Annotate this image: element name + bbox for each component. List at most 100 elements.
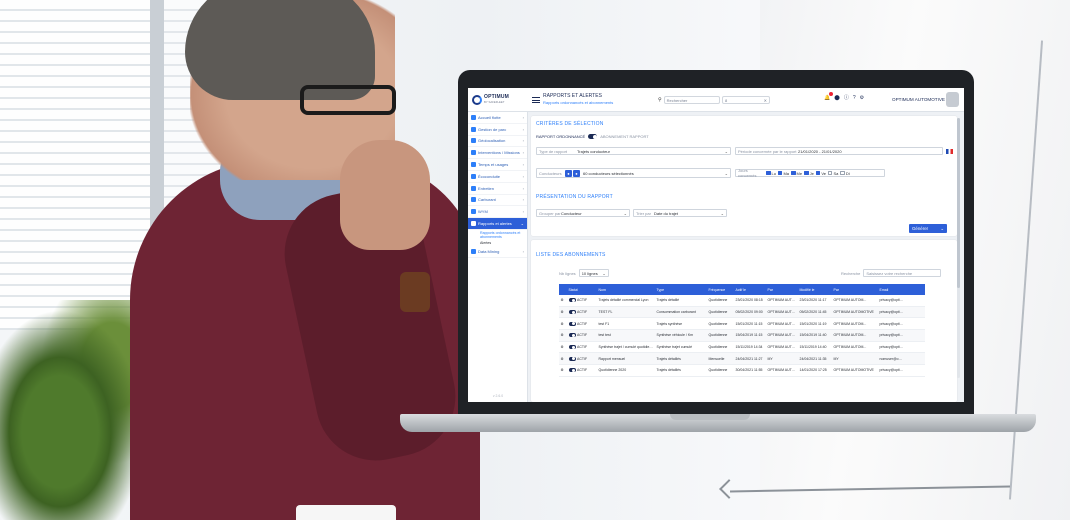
global-search: ⚲ Rechercher 8 ✕ <box>658 95 770 105</box>
period-field[interactable]: Période concernée par le rapport 21/01/2… <box>735 147 943 155</box>
table-row[interactable]: ⚙ ACTIF TEST FL Consommation carburant Quoti… <box>559 306 925 319</box>
sidebar-item[interactable]: Géolocalisation › <box>468 136 527 148</box>
day-checkbox[interactable] <box>815 170 821 176</box>
sidebar-item[interactable]: WYM › <box>468 206 527 219</box>
search-vehicle-input[interactable]: 8 ✕ <box>722 96 770 104</box>
gear-icon[interactable]: ⚙ <box>561 345 564 349</box>
status-toggle[interactable] <box>568 345 576 350</box>
table-cell-modified: 15/11/2019 14:40 <box>799 345 827 350</box>
column-header[interactable]: Statut <box>567 288 597 292</box>
table-row[interactable]: ⚙ ACTIF Trajets détaillé commercial Lyon Tr… <box>559 295 925 307</box>
table-cell-by: OPTIMUM AUTOM... <box>767 321 799 326</box>
status-toggle[interactable] <box>568 298 576 303</box>
sidebar-item[interactable]: Rapports et alertes ⌄ <box>468 218 527 230</box>
user-avatar[interactable] <box>946 92 959 107</box>
generate-label: Générer <box>912 226 929 231</box>
sidebar-item[interactable]: Entretien › <box>468 183 527 195</box>
sidebar-item[interactable]: Interventions / Missions › <box>468 147 527 160</box>
group-icon[interactable]: ● <box>573 169 580 177</box>
conductors-select[interactable]: Conducteurs ● ● 60 conducteurs sélection… <box>536 168 731 178</box>
generate-button[interactable]: Générer ⌄ <box>909 224 947 233</box>
sidebar-item[interactable]: Temps et usages › <box>468 159 527 171</box>
sidebar-item[interactable]: Carburant › <box>468 195 527 207</box>
scrollbar[interactable] <box>957 118 960 378</box>
day-checkbox[interactable] <box>827 170 833 176</box>
chart-icon <box>471 221 476 227</box>
sidebar-item[interactable]: Écoconduite › <box>468 171 527 183</box>
column-header[interactable]: Fréquence <box>707 288 734 292</box>
chevron-right-icon: ⌄ <box>520 221 524 227</box>
table-row[interactable]: ⚙ ACTIF Synthèse trajet / cumulé quotidien… <box>559 341 925 354</box>
sidebar-item[interactable]: Data Mining › <box>468 247 527 259</box>
report-type-select[interactable]: Type de rapport Trajets conducteur ⌄ <box>536 147 731 155</box>
day-checkbox[interactable] <box>791 170 796 176</box>
gear-icon[interactable]: ⚙ <box>561 310 564 314</box>
column-header[interactable]: Par <box>832 288 878 292</box>
gear-icon[interactable]: ⚙ <box>561 322 564 326</box>
breadcrumb-subtitle[interactable]: Rapports ordonnancés et abonnements <box>543 100 613 106</box>
table-cell-freq: Quotidienne <box>708 345 728 350</box>
status-toggle[interactable] <box>568 368 576 373</box>
info-icon[interactable]: ⓘ <box>844 94 849 101</box>
status-toggle[interactable] <box>568 321 576 326</box>
company-name[interactable]: OPTIMUM AUTOMOTIVE <box>892 97 945 102</box>
table-row[interactable]: ⚙ ACTIF test test Synthèse véhicule / Km Quo… <box>559 330 925 342</box>
day-checkbox[interactable] <box>777 170 783 176</box>
group-by-select[interactable]: Grouper par Conducteur ⌄ <box>536 209 630 217</box>
day-checkbox[interactable] <box>766 170 771 176</box>
page-size-select[interactable]: 10 lignes ⌄ <box>578 269 609 277</box>
search-input[interactable]: Rechercher <box>663 96 720 104</box>
clear-icon[interactable]: ✕ <box>764 98 767 103</box>
column-header[interactable]: Type <box>655 288 707 292</box>
column-header[interactable]: Email <box>878 288 905 292</box>
day-checkbox[interactable] <box>804 170 809 176</box>
period-value: 21/01/2020 - 21/01/2020 <box>798 148 842 154</box>
table-cell-freq: Quotidienne <box>708 368 728 373</box>
table-cell-modified: 05/02/2020 11:45 <box>799 310 827 315</box>
sidebar-item[interactable]: Gestion de parc › <box>468 124 527 136</box>
user-icon[interactable]: ● <box>565 169 572 177</box>
status-badge: ACTIF <box>577 356 588 361</box>
settings-icon[interactable]: ⚙ <box>860 95 864 101</box>
chevron-down-icon: ⌄ <box>623 210 627 216</box>
gear-icon[interactable]: ⚙ <box>561 357 564 361</box>
report-type-toggle[interactable] <box>588 134 598 139</box>
status-badge: ACTIF <box>577 310 588 315</box>
table-row[interactable]: ⚙ ACTIF Rapport mensuel Trajets détaillés Me… <box>559 353 925 366</box>
plant <box>0 300 150 520</box>
row-settings-cell: ⚙ <box>559 298 567 302</box>
sidebar-subitem[interactable]: Rapports ordonnancés et abonnements <box>468 230 527 240</box>
search-icon[interactable]: ⚲ <box>658 97 662 103</box>
table-cell-email: privacy@optimum... <box>879 298 906 303</box>
french-flag-icon[interactable] <box>946 148 953 154</box>
column-header[interactable]: Par <box>766 288 798 292</box>
status-toggle[interactable] <box>568 333 576 338</box>
column-header[interactable]: Modifié le <box>798 288 832 292</box>
column-header[interactable]: Nom <box>597 288 655 292</box>
day-label: Ve <box>821 170 826 176</box>
leaf-icon <box>471 173 476 179</box>
table-cell-type: Synthèse véhicule / Km <box>656 333 694 338</box>
sort-by-select[interactable]: Trier par Date du trajet ⌄ <box>633 209 727 217</box>
menu-icon[interactable] <box>532 96 540 103</box>
gear-icon[interactable]: ⚙ <box>561 333 564 337</box>
table-row[interactable]: ⚙ ACTIF test F1 Trajets synthèse Quotidienne… <box>559 318 925 331</box>
table-row[interactable]: ⚙ ACTIF Quotidienne 2020 Trajets détaillés Q… <box>559 365 925 377</box>
gear-icon[interactable]: ⚙ <box>561 298 564 302</box>
table-cell-email: privacy@optimum.fr <box>879 368 906 373</box>
gear-icon[interactable]: ⚙ <box>561 368 564 372</box>
sidebar-item[interactable]: Accueil flotte › <box>468 112 527 124</box>
database-icon[interactable]: ⬤ <box>834 95 840 101</box>
table-cell-mod-by: OPTIMUM AUTOM... <box>833 345 867 350</box>
app-logo[interactable]: OPTIMUM BY SAFEFLEET <box>468 94 528 105</box>
notification-bell-icon[interactable]: 🔔 <box>824 91 834 101</box>
status-toggle[interactable] <box>568 356 576 361</box>
table-cell-mod-by: OPTIMUM AUTOMOTIVE <box>833 368 874 373</box>
day-checkbox[interactable] <box>840 170 845 176</box>
status-toggle[interactable] <box>568 310 576 315</box>
column-header[interactable]: Actif le <box>734 288 766 292</box>
help-icon[interactable]: ? <box>853 95 856 101</box>
sidebar-item-label: Géolocalisation <box>478 138 506 144</box>
report-type-value: Trajets conducteur <box>577 148 610 154</box>
table-search-input[interactable]: Saisissez votre recherche <box>863 269 942 277</box>
